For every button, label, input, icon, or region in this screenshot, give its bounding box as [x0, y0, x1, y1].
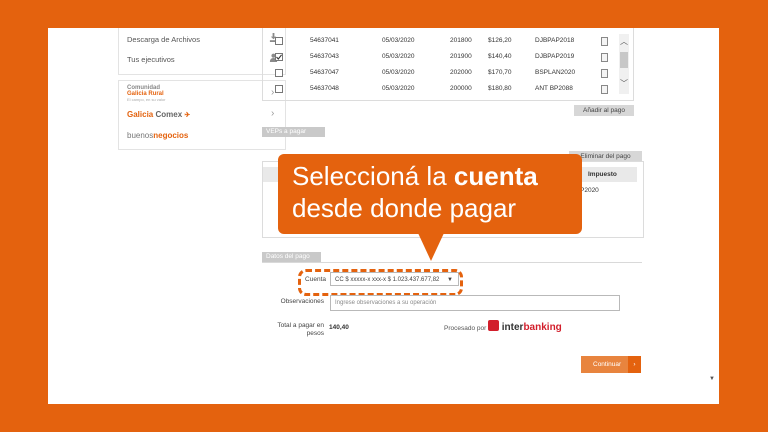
add-to-payment-button[interactable]: Añadir al pago	[574, 105, 634, 116]
vep-date: 05/03/2020	[382, 37, 415, 44]
comex-logo[interactable]: Galicia Comex ✈	[127, 110, 190, 119]
callout-text-bold: cuenta	[453, 161, 538, 191]
vep-period: 201900	[450, 53, 472, 60]
processed-by-label: Procesado por	[444, 325, 487, 332]
instruction-callout: Seleccioná la cuenta desde donde pagar	[278, 154, 582, 234]
vep-number: 54637047	[310, 69, 339, 76]
vep-number: 54637043	[310, 53, 339, 60]
interbanking-mark-icon	[488, 320, 499, 331]
observaciones-label: Observaciones	[280, 298, 324, 305]
payment-section-title: Datos del pago	[262, 252, 321, 262]
document-icon[interactable]	[601, 85, 608, 94]
vep-date: 05/03/2020	[382, 85, 415, 92]
vep-tax: BSPLAN2020	[535, 69, 576, 76]
sidebar-menu: Descarga de Archivos Tus ejecutivos	[118, 28, 286, 75]
rural-logo-line3: El campo, en su valor	[127, 97, 166, 102]
chevron-right-icon[interactable]: ›	[271, 108, 274, 119]
rural-logo[interactable]: Comunidad Galicia Rural El campo, en su …	[127, 85, 165, 103]
sidebar-promos: Comunidad Galicia Rural El campo, en su …	[118, 80, 286, 150]
total-amount: 140,40	[329, 324, 349, 331]
sidebar-item-tus-ejecutivos[interactable]: Tus ejecutivos	[127, 55, 175, 64]
plane-icon: ✈	[184, 112, 191, 119]
vep-amount: $126,20	[488, 37, 512, 44]
page-scroll-down-icon[interactable]: ▼	[709, 376, 715, 382]
callout-pointer	[418, 233, 444, 261]
vep-date: 05/03/2020	[382, 53, 415, 60]
scrollbar-thumb[interactable]	[620, 52, 628, 68]
vep-period: 201800	[450, 37, 472, 44]
total-label-pesos: pesos	[306, 330, 324, 337]
row-checkbox[interactable]	[275, 37, 283, 45]
total-label: Total a pagar en	[277, 322, 324, 329]
callout-text-a: Seleccioná la	[292, 161, 454, 191]
vep-tax: DJBPAP2019	[535, 53, 575, 60]
veps-section-title: VEPs a pagar	[262, 127, 325, 137]
row-checkbox[interactable]	[275, 69, 283, 77]
vep-number: 54637041	[310, 37, 339, 44]
continue-button[interactable]: Continuar ›	[581, 356, 641, 373]
continue-button-label: Continuar	[593, 361, 622, 368]
comex-logo-b: Comex	[155, 110, 183, 119]
document-icon[interactable]	[601, 37, 608, 46]
buenos-negocios-logo-b: negocios	[153, 131, 189, 140]
callout-line2: desde donde pagar	[292, 193, 517, 223]
vep-period: 200000	[450, 85, 472, 92]
row-checkbox-checked[interactable]	[275, 53, 283, 61]
chevron-up-icon[interactable]: ︿	[620, 36, 628, 47]
callout-line1: Seleccioná la cuenta	[292, 160, 582, 192]
interbanking-brand-b: banking	[523, 322, 562, 333]
interbanking-brand-a: inter	[501, 322, 524, 333]
checkmark-icon	[276, 54, 282, 60]
buenos-negocios-logo[interactable]: buenosnegocios	[127, 131, 188, 140]
vep-number: 54637048	[310, 85, 339, 92]
vep-tax: P2020	[580, 187, 599, 194]
vep-amount: $140,40	[488, 53, 512, 60]
vep-tax: ANT BP2088	[535, 85, 573, 92]
document-icon[interactable]	[601, 53, 608, 62]
document-icon[interactable]	[601, 69, 608, 78]
comex-logo-a: Galicia	[127, 110, 154, 119]
observations-input[interactable]: Ingrese observaciones a su operación	[330, 295, 620, 311]
interbanking-logo: interbanking	[488, 320, 562, 333]
chevron-down-icon[interactable]: ﹀	[620, 78, 628, 89]
app-window: Descarga de Archivos Tus ejecutivos Comu…	[48, 28, 719, 404]
vep-amount: $180,80	[488, 85, 512, 92]
column-header-impuesto: Impuesto	[588, 171, 617, 178]
arrow-right-icon: ›	[628, 356, 641, 373]
vep-period: 202000	[450, 69, 472, 76]
sidebar-item-label: Descarga de Archivos	[127, 35, 200, 44]
vep-date: 05/03/2020	[382, 69, 415, 76]
observations-placeholder: Ingrese observaciones a su operación	[335, 300, 437, 306]
vep-tax: DJBPAP2018	[535, 37, 575, 44]
sidebar-item-label: Tus ejecutivos	[127, 55, 175, 64]
buenos-negocios-logo-a: buenos	[127, 131, 154, 140]
sidebar-item-descarga-archivos[interactable]: Descarga de Archivos	[127, 35, 200, 44]
row-checkbox[interactable]	[275, 85, 283, 93]
section-divider	[262, 262, 642, 263]
highlight-ring	[298, 269, 463, 296]
vep-amount: $170,70	[488, 69, 512, 76]
